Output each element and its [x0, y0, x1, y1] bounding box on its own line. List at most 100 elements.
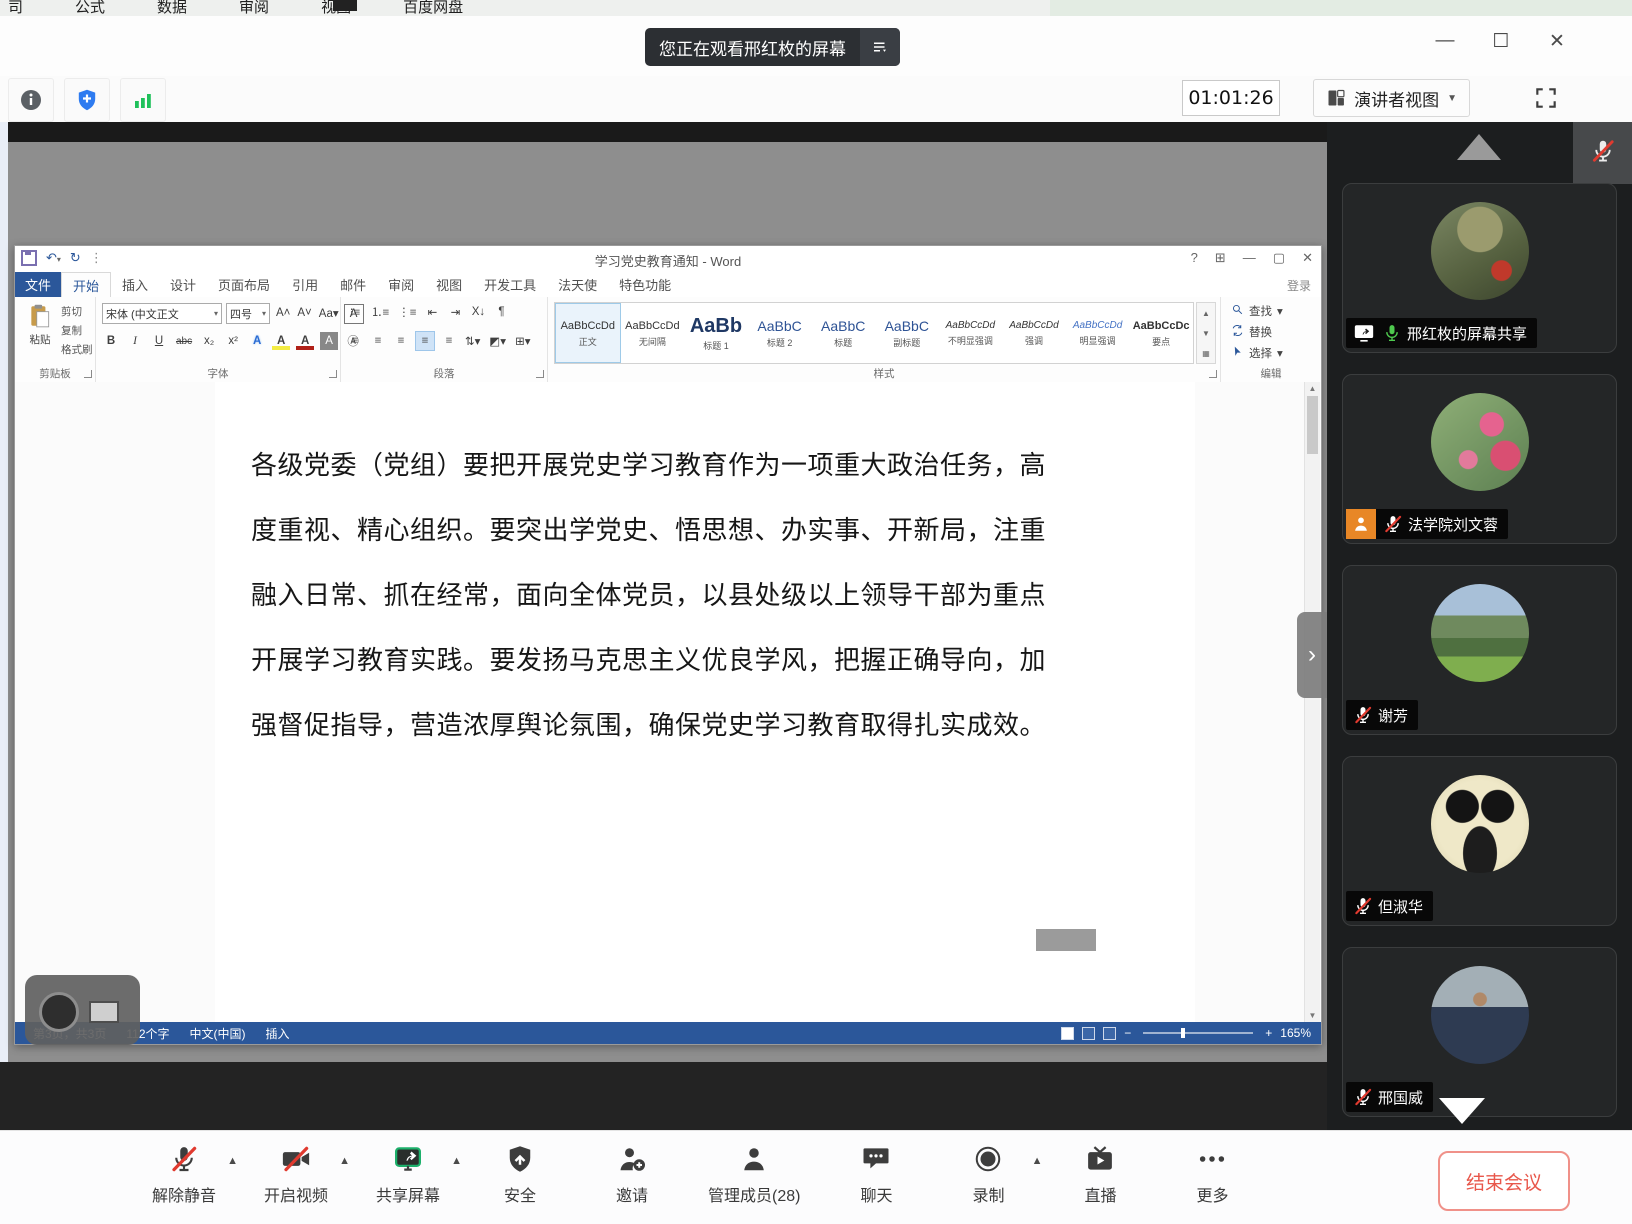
scrollbar-up-icon[interactable]: ▲: [1305, 384, 1320, 393]
banner-options-button[interactable]: [860, 28, 900, 66]
toolbar-button[interactable]: 解除静音 ▲: [148, 1143, 220, 1206]
end-meeting-button[interactable]: 结束会议: [1438, 1151, 1570, 1211]
floating-share-controls[interactable]: [25, 975, 140, 1045]
styles-gallery-scroll[interactable]: ▲▼▦: [1196, 302, 1216, 364]
zoom-level[interactable]: 165%: [1280, 1026, 1311, 1040]
background-menu-item[interactable]: 司: [8, 0, 23, 16]
font-format-button[interactable]: A: [272, 332, 290, 350]
style-chip[interactable]: AaBbCcDd 无间隔: [621, 303, 685, 363]
clipboard-item-button[interactable]: 格式刷: [61, 342, 93, 357]
participant-tile[interactable]: 邢国威: [1342, 947, 1617, 1117]
style-chip[interactable]: AaBbCcDd 明显强调: [1066, 303, 1130, 363]
word-close-button[interactable]: ✕: [1302, 250, 1313, 266]
font-format-button[interactable]: abc: [174, 332, 194, 350]
edit-menu-item[interactable]: 选择 ▾: [1231, 345, 1283, 361]
self-mute-indicator[interactable]: [1573, 122, 1632, 184]
ribbon-tab[interactable]: 法天使: [547, 272, 608, 297]
meeting-security-button[interactable]: [64, 78, 110, 122]
view-mode-button[interactable]: 演讲者视图 ▼: [1313, 79, 1470, 117]
font-format-button[interactable]: B: [102, 332, 120, 350]
caret-up-icon[interactable]: ▲: [339, 1155, 350, 1167]
font-format-button[interactable]: A: [320, 332, 338, 350]
word-minimize-button[interactable]: —: [1243, 250, 1256, 266]
ribbon-tab[interactable]: 页面布局: [207, 272, 281, 297]
statusbar-item[interactable]: 插入: [266, 1025, 290, 1042]
font-format-button[interactable]: x₂: [200, 332, 218, 350]
style-chip[interactable]: AaBbC 副标题: [875, 303, 939, 363]
participants-scroll-up-icon[interactable]: [1457, 134, 1501, 160]
font-tool-button[interactable]: A˄: [274, 304, 292, 322]
paragraph-button[interactable]: ⋮≡: [396, 303, 418, 321]
zoom-slider[interactable]: [1143, 1032, 1253, 1034]
font-format-button[interactable]: x²: [224, 332, 242, 350]
close-button[interactable]: ✕: [1546, 30, 1568, 53]
tab-file[interactable]: 文件: [15, 272, 61, 297]
camera-preview-icon[interactable]: [39, 992, 79, 1032]
dialog-launcher-icon[interactable]: [84, 370, 92, 378]
document-page[interactable]: 各级党委（党组）要把开展党史学习教育作为一项重大政治任务，高度重视、精心组织。要…: [215, 382, 1195, 1022]
font-format-button[interactable]: I: [126, 332, 144, 350]
ribbon-tab[interactable]: 特色功能: [608, 272, 682, 297]
background-menu-item[interactable]: 审阅: [239, 0, 269, 16]
participant-tile[interactable]: 但淑华: [1342, 756, 1617, 926]
participant-tile[interactable]: 邢红枚的屏幕共享: [1342, 183, 1617, 353]
print-layout-icon[interactable]: [1082, 1027, 1095, 1040]
font-format-button[interactable]: A: [248, 332, 266, 350]
style-chip[interactable]: AaBbCcDd 强调: [1002, 303, 1066, 363]
word-help-button[interactable]: ?: [1191, 250, 1198, 266]
font-format-button[interactable]: A: [296, 332, 314, 350]
word-document-area[interactable]: 各级党委（党组）要把开展党史学习教育作为一项重大政治任务，高度重视、精心组织。要…: [15, 382, 1321, 1022]
ribbon-tab[interactable]: 开发工具: [473, 272, 547, 297]
maximize-button[interactable]: ☐: [1490, 30, 1512, 53]
style-chip[interactable]: AaBbC 标题: [811, 303, 875, 363]
word-restore-button[interactable]: ▢: [1273, 250, 1285, 266]
redo-icon[interactable]: ↻: [70, 250, 81, 266]
ribbon-tab[interactable]: 设计: [159, 272, 207, 297]
font-name-select[interactable]: 宋体 (中文正文▾: [102, 303, 222, 324]
meeting-info-button[interactable]: [8, 78, 54, 122]
paragraph-button[interactable]: X↓: [469, 303, 487, 321]
paragraph-button[interactable]: ◩▾: [487, 332, 508, 350]
participant-tile[interactable]: 谢芳: [1342, 565, 1617, 735]
style-chip[interactable]: AaBbCcDc 要点: [1129, 303, 1193, 363]
paragraph-button[interactable]: ⊞▾: [513, 332, 532, 350]
font-tool-button[interactable]: A˅: [295, 304, 313, 322]
scrollbar-thumb[interactable]: [1307, 396, 1318, 454]
ribbon-tab[interactable]: 视图: [425, 272, 473, 297]
edit-menu-item[interactable]: 查找 ▾: [1231, 303, 1283, 319]
ribbon-tab[interactable]: 邮件: [329, 272, 377, 297]
style-chip[interactable]: AaBb 标题 1: [684, 303, 748, 363]
toolbar-button[interactable]: 管理成员(28) ▲: [708, 1143, 800, 1206]
ribbon-tab[interactable]: 引用: [281, 272, 329, 297]
paste-button[interactable]: 粘贴: [23, 303, 57, 347]
paragraph-button[interactable]: ≡: [440, 332, 458, 350]
minimize-button[interactable]: —: [1434, 30, 1456, 53]
read-mode-icon[interactable]: [1061, 1027, 1074, 1040]
paragraph-button[interactable]: ≡: [392, 332, 410, 350]
ribbon-tab[interactable]: 插入: [111, 272, 159, 297]
paragraph-button[interactable]: ⇅▾: [463, 332, 482, 350]
save-icon[interactable]: [21, 250, 37, 266]
style-chip[interactable]: AaBbC 标题 2: [748, 303, 812, 363]
scrollbar-down-icon[interactable]: ▼: [1305, 1011, 1320, 1020]
paragraph-button[interactable]: ⇥: [446, 303, 464, 321]
clipboard-item-button[interactable]: 复制: [61, 323, 93, 338]
toolbar-button[interactable]: 录制 ▲: [952, 1143, 1024, 1206]
caret-up-icon[interactable]: ▲: [451, 1155, 462, 1167]
dialog-launcher-icon[interactable]: [536, 370, 544, 378]
screen-preview-icon[interactable]: [89, 1001, 119, 1023]
paragraph-button[interactable]: ⇤: [423, 303, 441, 321]
word-ribbon-options-button[interactable]: ⊞: [1215, 250, 1226, 266]
fullscreen-button[interactable]: [1530, 82, 1562, 114]
paragraph-button[interactable]: ≡: [346, 332, 364, 350]
toolbar-button[interactable]: 更多 ▲: [1176, 1143, 1248, 1206]
toolbar-button[interactable]: 开启视频 ▲: [260, 1143, 332, 1206]
dialog-launcher-icon[interactable]: [1209, 370, 1217, 378]
caret-up-icon[interactable]: ▲: [227, 1155, 238, 1167]
toolbar-button[interactable]: 聊天 ▲: [840, 1143, 912, 1206]
zoom-in-icon[interactable]: +: [1265, 1026, 1272, 1040]
undo-icon[interactable]: ↶▾: [46, 250, 61, 266]
background-menu-item[interactable]: 公式: [75, 0, 105, 16]
font-tool-button[interactable]: Aa▾: [317, 304, 341, 322]
clipboard-item-button[interactable]: 剪切: [61, 304, 93, 319]
